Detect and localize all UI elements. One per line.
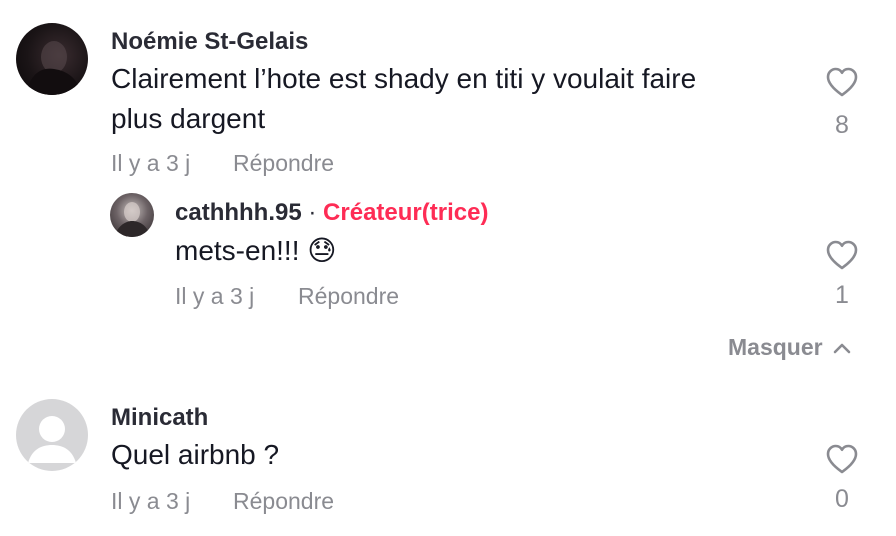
reply-button[interactable]: Répondre xyxy=(233,488,334,515)
comment-text-line: Clairement l’hote est shady en titi y vo… xyxy=(111,63,697,94)
reply-timestamp: Il y a 3 j xyxy=(175,283,255,309)
comment-username[interactable]: Minicath xyxy=(111,404,208,432)
profile-photo xyxy=(114,202,150,237)
reply-button[interactable]: Répondre xyxy=(298,283,399,310)
profile-photo xyxy=(26,41,82,95)
like-button[interactable] xyxy=(825,239,859,276)
chevron-up-icon xyxy=(833,343,850,353)
comment-text: Clairement l’hote est shady en titi y vo… xyxy=(111,59,791,139)
comment-timestamp: Il y a 3 j xyxy=(111,488,191,514)
reply-username[interactable]: cathhhh.95 xyxy=(175,199,302,226)
like-count: 0 xyxy=(835,485,849,513)
reply-button[interactable]: Répondre xyxy=(233,150,334,177)
comment-text: Quel airbnb ? xyxy=(111,439,280,470)
comment-text-line: plus dargent xyxy=(111,103,266,134)
like-button[interactable] xyxy=(825,66,859,103)
comment-timestamp: Il y a 3 j xyxy=(111,150,191,176)
like-button[interactable] xyxy=(825,443,859,480)
hide-replies-label: Masquer xyxy=(728,334,823,360)
creator-badge: Créateur(trice) xyxy=(323,199,489,226)
hide-replies-button[interactable]: Masquer xyxy=(728,334,851,361)
avatar[interactable] xyxy=(16,399,88,471)
default-avatar-icon xyxy=(28,416,76,463)
separator-dot: · xyxy=(308,199,317,226)
comment-username[interactable]: Noémie St-Gelais xyxy=(111,28,308,56)
avatar[interactable] xyxy=(16,23,88,95)
like-count: 1 xyxy=(835,281,849,309)
like-count: 8 xyxy=(835,111,849,139)
reply-text: mets-en!!! 😓 xyxy=(175,235,337,266)
reply-header: cathhhh.95 · Créateur(trice) xyxy=(175,199,488,227)
reply-avatar[interactable] xyxy=(110,193,154,237)
heart-outline-icon xyxy=(826,240,858,270)
heart-outline-icon xyxy=(826,67,858,97)
heart-outline-icon xyxy=(826,444,858,474)
